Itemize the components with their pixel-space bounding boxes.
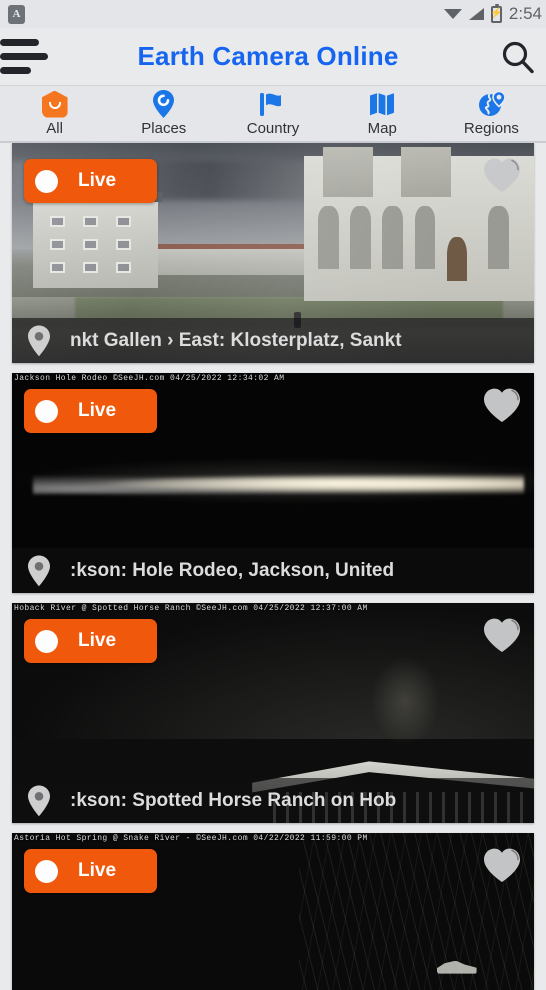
hamburger-bar	[0, 53, 48, 60]
app-notification-icon: A	[8, 4, 25, 24]
tab-country-label: Country	[246, 120, 300, 137]
cellular-signal-icon	[468, 7, 485, 21]
camera-card[interactable]: Jackson Hole Rodeo ©SeeJH.com 04/25/2022…	[12, 373, 534, 593]
folded-map-icon	[367, 89, 397, 119]
globe-pin-icon	[477, 89, 506, 119]
app-badge-letter: A	[12, 7, 21, 20]
tab-all-label: All	[46, 120, 63, 137]
search-button[interactable]	[490, 28, 546, 85]
search-icon	[500, 39, 536, 75]
camera-caption-text: nkt Gallen › East: Klosterplatz, Sankt	[70, 329, 402, 351]
tab-map-label: Map	[367, 120, 397, 137]
heart-icon	[481, 386, 523, 424]
tab-regions[interactable]: Regions	[437, 86, 546, 142]
battery-charging-icon: ⚡	[490, 3, 503, 23]
hamburger-menu-icon[interactable]	[0, 28, 56, 85]
recording-dot-icon	[35, 399, 58, 423]
battery-bolt-glyph: ⚡	[490, 8, 503, 19]
tab-places-label: Places	[141, 120, 187, 137]
map-pin-icon	[24, 784, 54, 818]
live-badge[interactable]: Live	[24, 849, 157, 893]
recording-dot-icon	[35, 859, 58, 883]
camera-overlay-timestamp: Astoria Hot Spring @ Snake River - ©SeeJ…	[14, 834, 368, 843]
camera-overlay-timestamp: Hoback River @ Spotted Horse Ranch ©SeeJ…	[14, 604, 368, 613]
home-all-icon	[41, 89, 68, 119]
tab-places[interactable]: Places	[109, 86, 218, 142]
camera-caption-bar: :kson: Hole Rodeo, Jackson, United	[12, 548, 534, 593]
live-badge[interactable]: Live	[24, 389, 157, 433]
camera-card[interactable]: Live nkt Gallen › East: Klosterplatz, Sa…	[12, 143, 534, 363]
favorite-button[interactable]	[476, 611, 528, 659]
app-bar: Earth Camera Online	[0, 28, 546, 85]
heart-icon	[481, 846, 523, 884]
camera-caption-bar: nkt Gallen › East: Klosterplatz, Sankt	[12, 318, 534, 363]
camera-caption-text: :kson: Hole Rodeo, Jackson, United	[70, 559, 395, 581]
status-bar: A ⚡ 2:54	[0, 0, 546, 28]
page-title: Earth Camera Online	[137, 41, 399, 71]
live-badge-label: Live	[78, 400, 117, 421]
live-badge[interactable]: Live	[24, 619, 157, 663]
camera-overlay-timestamp: Jackson Hole Rodeo ©SeeJH.com 04/25/2022…	[14, 374, 285, 383]
camera-caption-bar: :kson: Spotted Horse Ranch on Hob	[12, 778, 534, 823]
live-badge-label: Live	[78, 170, 117, 191]
app-screen: A ⚡ 2:54 Earth Camera Online All Places …	[0, 0, 546, 990]
heart-icon	[481, 156, 523, 194]
flag-icon	[257, 89, 289, 119]
tab-regions-label: Regions	[463, 120, 519, 137]
camera-card[interactable]: Hoback River @ Spotted Horse Ranch ©SeeJ…	[12, 603, 534, 823]
hamburger-bar	[0, 67, 31, 74]
tab-country[interactable]: Country	[218, 86, 327, 142]
map-pin-icon	[24, 324, 54, 358]
live-badge-label: Live	[78, 630, 117, 651]
favorite-button[interactable]	[476, 151, 528, 199]
map-pin-icon	[150, 89, 177, 119]
camera-card[interactable]: Astoria Hot Spring @ Snake River - ©SeeJ…	[12, 833, 534, 990]
camera-caption-text: :kson: Spotted Horse Ranch on Hob	[70, 789, 397, 811]
tab-all[interactable]: All	[0, 86, 109, 142]
favorite-button[interactable]	[476, 841, 528, 889]
recording-dot-icon	[35, 169, 58, 193]
wifi-icon	[443, 7, 463, 21]
status-bar-indicators: ⚡ 2:54	[443, 0, 542, 28]
status-bar-clock: 2:54	[508, 4, 542, 23]
tab-map[interactable]: Map	[328, 86, 437, 142]
category-tab-bar: All Places Country Map Regions	[0, 85, 546, 143]
camera-list[interactable]: Live nkt Gallen › East: Klosterplatz, Sa…	[0, 143, 546, 990]
recording-dot-icon	[35, 629, 58, 653]
live-badge[interactable]: Live	[24, 159, 157, 203]
heart-icon	[481, 616, 523, 654]
live-badge-label: Live	[78, 860, 117, 881]
map-pin-icon	[24, 554, 54, 588]
favorite-button[interactable]	[476, 381, 528, 429]
hamburger-bar	[0, 39, 39, 46]
